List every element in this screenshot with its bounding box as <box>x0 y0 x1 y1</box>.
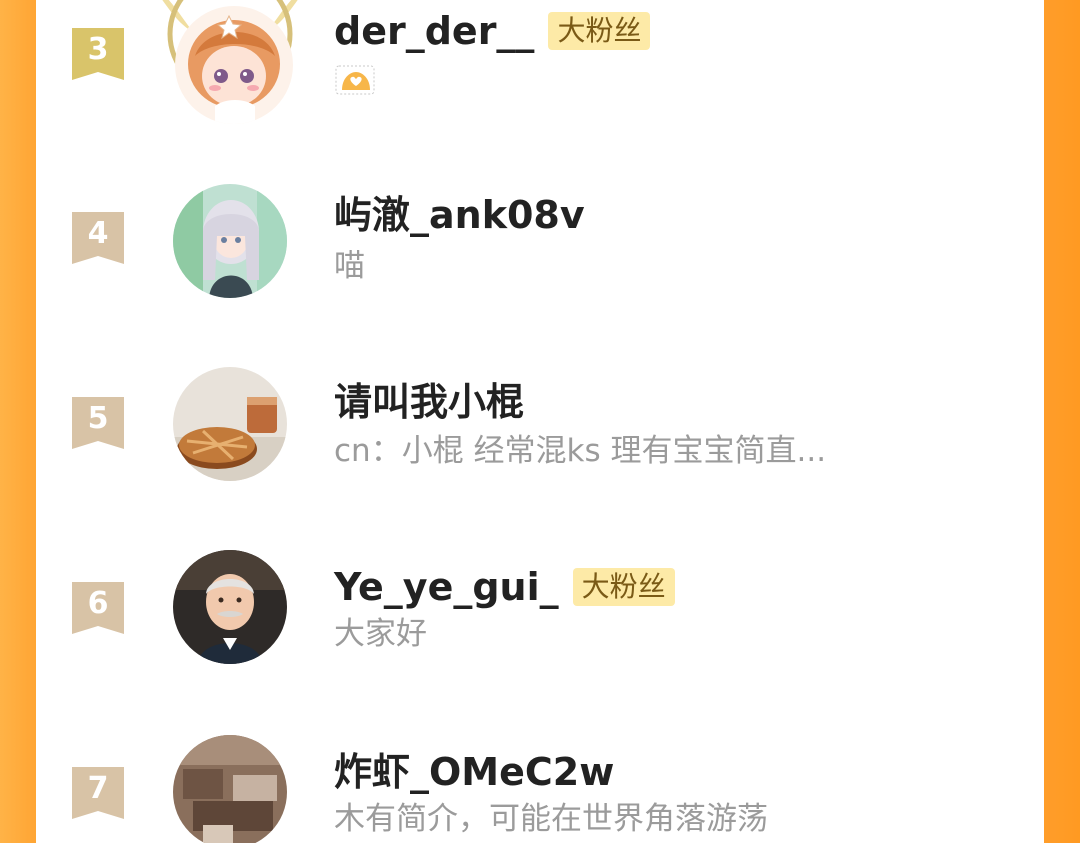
rank-number: 5 <box>87 401 109 436</box>
name-line: 屿澈_ank08v <box>334 192 585 238</box>
name-line: 炸虾_OMeC2w <box>334 749 614 795</box>
avatar[interactable] <box>173 367 287 481</box>
user-bio: 木有简介，可能在世界角落游荡 <box>334 801 768 837</box>
rank-ribbon: 4 <box>72 212 124 264</box>
rank-ribbon: 6 <box>72 582 124 634</box>
fan-row[interactable]: 7 炸虾_OMeC2w 木有简介，可能在世界角落游荡 <box>36 725 1044 843</box>
fan-row[interactable]: 6 Ye_ye_gui_ 大粉丝 大家好 <box>36 540 1044 690</box>
pie-and-tea-avatar-icon <box>173 367 287 481</box>
user-bio <box>334 62 378 108</box>
rank-ribbon: 5 <box>72 397 124 449</box>
rank-number: 6 <box>87 586 109 621</box>
name-line: der_der__ 大粉丝 <box>334 8 651 54</box>
rank-ribbon: 3 <box>72 28 124 80</box>
rank-number: 3 <box>87 32 109 67</box>
user-bio: 喵 <box>334 248 365 284</box>
big-fan-badge: 大粉丝 <box>572 568 675 606</box>
avatar[interactable] <box>173 550 287 664</box>
fan-row[interactable]: 4 屿澈_ank08v 喵 <box>36 170 1044 320</box>
old-man-avatar-icon <box>173 550 287 664</box>
big-fan-badge: 大粉丝 <box>548 12 651 50</box>
avatar[interactable] <box>173 735 287 843</box>
fan-ranking-list: 3 der_der__ 大粉丝 4 屿澈_ank08v 喵 5 请叫我小棍 cn… <box>36 0 1044 843</box>
user-name[interactable]: 炸虾_OMeC2w <box>334 749 614 795</box>
rank-number: 4 <box>87 216 109 251</box>
user-name[interactable]: 请叫我小棍 <box>334 379 524 425</box>
avatar[interactable] <box>173 184 287 298</box>
fan-row[interactable]: 3 der_der__ 大粉丝 <box>36 0 1044 140</box>
rank-ribbon: 7 <box>72 767 124 819</box>
user-bio: 大家好 <box>334 616 427 652</box>
avatar[interactable] <box>175 6 293 124</box>
rank-number: 7 <box>87 771 109 806</box>
heart-sticker-icon <box>335 65 375 95</box>
anime-girl-avatar-icon <box>173 184 287 298</box>
name-line: Ye_ye_gui_ 大粉丝 <box>334 564 675 610</box>
anime-girl-avatar-icon <box>175 6 293 124</box>
room-photo-avatar-icon <box>173 735 287 843</box>
name-line: 请叫我小棍 <box>334 379 524 425</box>
user-name[interactable]: 屿澈_ank08v <box>334 192 585 238</box>
user-bio: cn：小棍 经常混ks 理有宝宝简直... <box>334 433 827 469</box>
user-name[interactable]: der_der__ <box>334 8 534 54</box>
user-name[interactable]: Ye_ye_gui_ <box>334 564 559 610</box>
fan-row[interactable]: 5 请叫我小棍 cn：小棍 经常混ks 理有宝宝简直... <box>36 355 1044 505</box>
